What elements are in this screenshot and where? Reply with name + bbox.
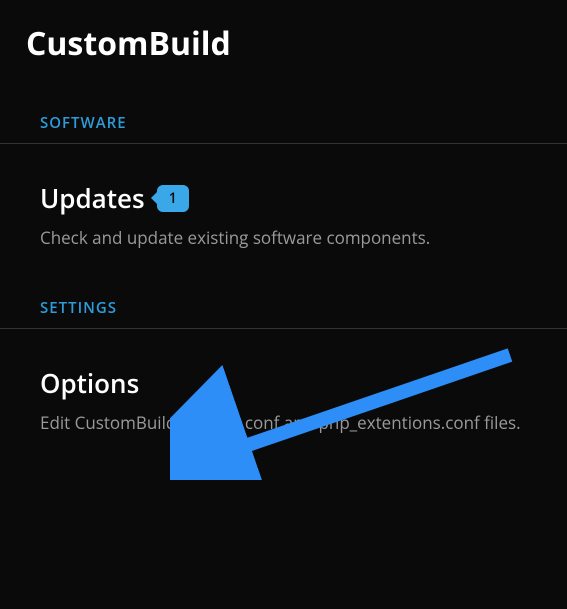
section-header-settings: SETTINGS	[0, 298, 567, 329]
item-title-row: Options	[40, 365, 567, 401]
item-desc-options: Edit CustomBuild options.conf and php_ex…	[40, 411, 567, 435]
item-title-row: Updates 1	[40, 180, 567, 216]
item-title-options: Options	[40, 365, 139, 401]
page-title: CustomBuild	[0, 0, 567, 65]
item-title-updates: Updates	[40, 180, 145, 216]
updates-count-badge: 1	[157, 185, 189, 212]
section-settings: SETTINGS Options Edit CustomBuild option…	[0, 298, 567, 435]
item-options[interactable]: Options Edit CustomBuild options.conf an…	[0, 329, 567, 435]
section-software: SOFTWARE Updates 1 Check and update exis…	[0, 113, 567, 250]
item-updates[interactable]: Updates 1 Check and update existing soft…	[0, 144, 567, 250]
section-header-software: SOFTWARE	[0, 113, 567, 144]
item-desc-updates: Check and update existing software compo…	[40, 226, 567, 250]
